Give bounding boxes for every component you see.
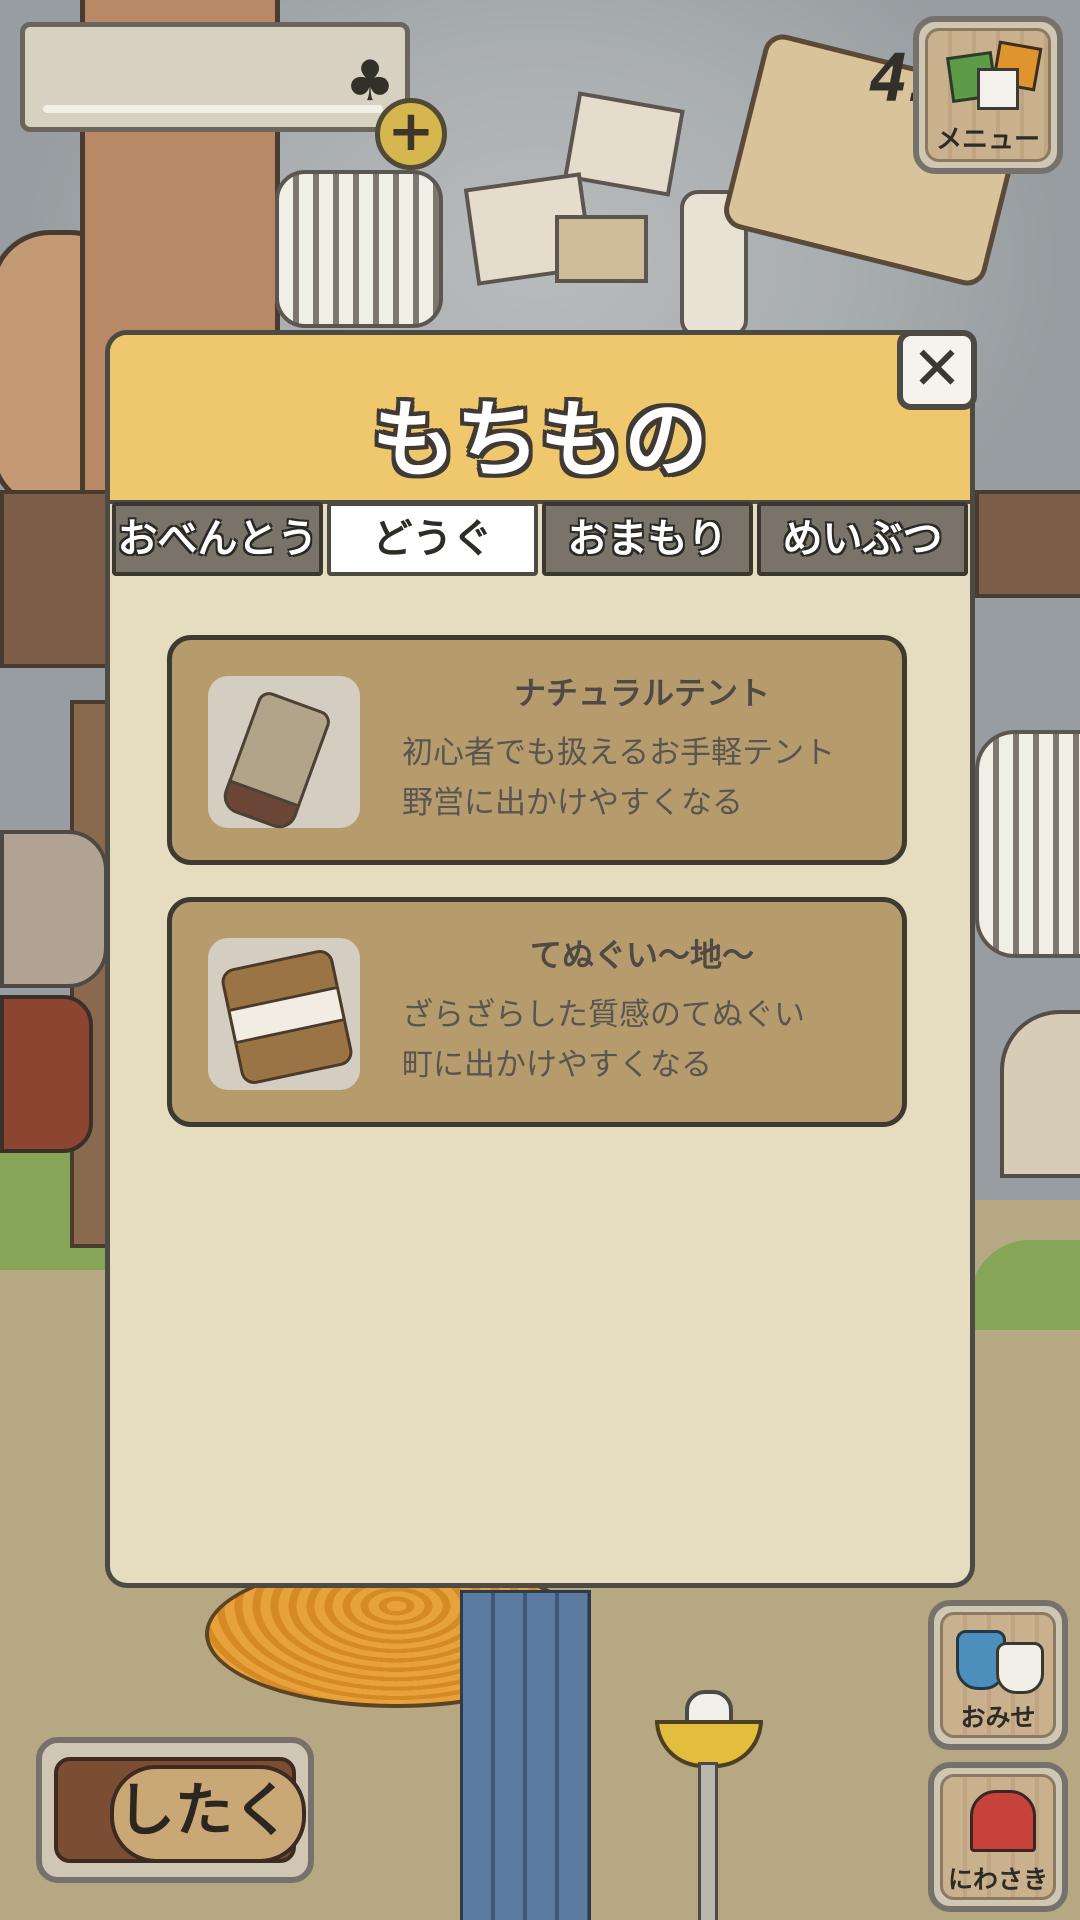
tab-charms[interactable]: おまもり [542, 502, 753, 576]
shelf-right [975, 490, 1080, 598]
item-card[interactable]: ナチュラルテント 初心者でも扱えるお手軽テント 野営に出かけやすくなる [167, 635, 907, 865]
prepare-label: したく [116, 1776, 291, 1844]
menu-card-white [977, 68, 1019, 110]
menu-cards-icon [943, 40, 1043, 112]
item-name: てぬぐい～地～ [529, 936, 754, 974]
oven [1000, 1010, 1080, 1178]
tab-specialties[interactable]: めいぶつ [757, 502, 968, 576]
inventory-modal: もちもの おべんとう どうぐ おまもり めいぶつ ナチュラルテント 初心者でも扱… [105, 330, 975, 1588]
modal-title: もちもの [371, 391, 708, 489]
window-fence-right [975, 730, 1080, 958]
item-description: ざらざらした質感のてぬぐい 町に出かけやすくなる [402, 997, 805, 1083]
prepare-button[interactable]: したく [36, 1737, 314, 1883]
tenugui-icon [218, 947, 356, 1087]
tent-bag-icon [218, 688, 334, 834]
inventory-tabs: おべんとう どうぐ おまもり めいぶつ [110, 502, 970, 580]
garden-label: にわさき [947, 1865, 1048, 1894]
item-thumbnail [208, 938, 360, 1090]
mailbox-icon [970, 1790, 1036, 1852]
garden-button[interactable]: にわさき [928, 1762, 1068, 1912]
curtain [460, 1590, 591, 1920]
plus-icon: + [387, 99, 435, 164]
item-description: 初心者でも扱えるお手軽テント 野営に出かけやすくなる [402, 735, 836, 821]
tab-lunch[interactable]: おべんとう [112, 502, 323, 576]
pinned-note [555, 215, 648, 283]
lamp-shade [655, 1720, 763, 1768]
window-fence [275, 170, 443, 328]
menu-label: メニュー [935, 125, 1040, 155]
jar [0, 995, 93, 1153]
modal-header: もちもの [110, 335, 970, 504]
close-icon: ✕ [911, 334, 963, 404]
shop-label: おみせ [960, 1703, 1036, 1732]
lamp-pole [698, 1762, 718, 1920]
item-card[interactable]: てぬぐい～地～ ざらざらした質感のてぬぐい 町に出かけやすくなる [167, 897, 907, 1127]
tab-tools[interactable]: どうぐ [327, 502, 538, 576]
shelf-left [0, 490, 113, 668]
counter-underline [43, 105, 383, 113]
menu-button[interactable]: メニュー [913, 16, 1063, 174]
lamp [655, 1690, 763, 1920]
close-button[interactable]: ✕ [897, 330, 977, 410]
shop-bag-icon [996, 1642, 1044, 1694]
add-clover-button[interactable]: + [375, 98, 447, 170]
item-name: ナチュラルテント [513, 674, 770, 712]
mushroom-table [0, 830, 108, 988]
shop-button[interactable]: おみせ [928, 1600, 1068, 1750]
item-thumbnail [208, 676, 360, 834]
